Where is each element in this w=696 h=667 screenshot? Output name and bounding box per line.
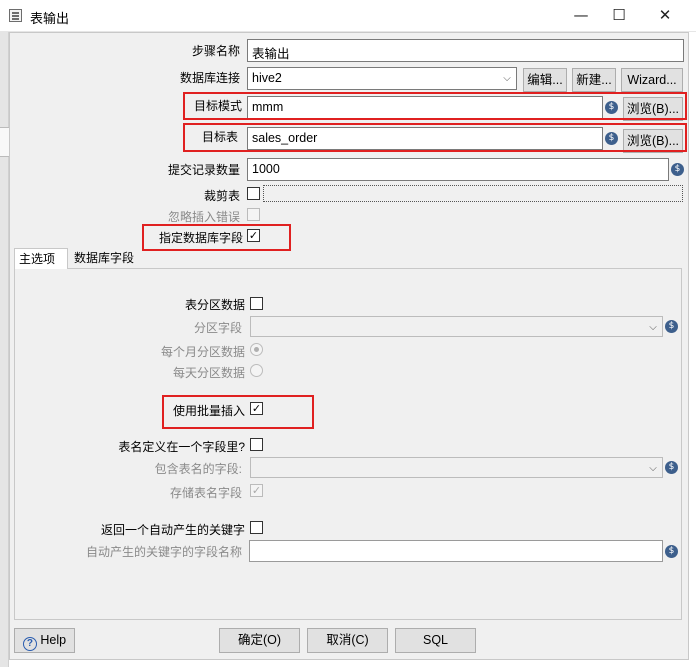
monthly-partition-radio[interactable]: [250, 343, 263, 356]
focus-indicator: [263, 185, 683, 202]
connection-value: hive2: [252, 71, 282, 85]
question-circle-icon: ?: [22, 637, 37, 651]
maximize-button[interactable]: ☐: [596, 0, 642, 32]
store-table-field-label: 存储表名字段: [169, 486, 242, 500]
connection-select[interactable]: hive2 ⌵: [247, 67, 517, 90]
chevron-down-icon[interactable]: ⌵: [646, 461, 660, 476]
partition-field-label: 分区字段: [193, 321, 242, 335]
step-name-input[interactable]: 表输出: [247, 39, 684, 62]
dollar-diamond-icon[interactable]: $: [605, 132, 618, 145]
help-button[interactable]: ? Help: [14, 628, 75, 653]
title-bar: 表输出 — ☐ ✕: [0, 0, 696, 32]
key-field-label: 自动产生的关键字的字段名称: [85, 545, 242, 559]
specify-fields-label: 指定数据库字段: [158, 231, 243, 245]
return-key-label: 返回一个自动产生的关键字: [100, 523, 245, 537]
help-label: Help: [40, 633, 67, 647]
daily-partition-radio[interactable]: [250, 364, 263, 377]
target-schema-input[interactable]: mmm: [247, 96, 603, 119]
background-window-edge: [0, 32, 9, 667]
daily-partition-label: 每天分区数据: [172, 366, 245, 380]
batch-insert-label: 使用批量插入: [172, 404, 245, 418]
chevron-down-icon[interactable]: ⌵: [646, 320, 660, 335]
browse-schema-button[interactable]: 浏览(B)...: [623, 97, 683, 121]
chevron-down-icon[interactable]: ⌵: [500, 71, 514, 86]
commit-size-label: 提交记录数量: [167, 163, 240, 177]
store-table-field-checkbox[interactable]: ✓: [250, 484, 263, 497]
table-name-field-label: 包含表名的字段:: [154, 462, 242, 476]
cancel-button[interactable]: 取消(C): [307, 628, 388, 653]
wizard-button[interactable]: Wizard...: [621, 68, 683, 92]
table-name-field-select[interactable]: ⌵: [250, 457, 663, 478]
ignore-errors-label: 忽略插入错误: [167, 210, 240, 224]
return-key-checkbox[interactable]: [250, 521, 263, 534]
monthly-partition-label: 每个月分区数据: [160, 345, 245, 359]
target-schema-label: 目标模式: [193, 99, 242, 113]
target-table-input[interactable]: sales_order: [247, 127, 603, 150]
close-button[interactable]: ✕: [642, 0, 688, 32]
ignore-errors-checkbox[interactable]: [247, 208, 260, 221]
commit-size-input[interactable]: 1000: [247, 158, 669, 181]
step-name-label: 步骤名称: [191, 44, 240, 58]
truncate-label: 裁剪表: [203, 189, 240, 203]
tab-database-fields[interactable]: 数据库字段: [70, 248, 140, 269]
dollar-diamond-icon[interactable]: $: [665, 461, 678, 474]
dollar-diamond-icon[interactable]: $: [665, 545, 678, 558]
key-field-input[interactable]: [249, 540, 663, 562]
ok-button[interactable]: 确定(O): [219, 628, 300, 653]
window-title: 表输出: [30, 11, 70, 26]
table-in-field-checkbox[interactable]: [250, 438, 263, 451]
partition-field-select[interactable]: ⌵: [250, 316, 663, 337]
batch-insert-checkbox[interactable]: ✓: [250, 402, 263, 415]
tab-main-options[interactable]: 主选项: [14, 248, 68, 269]
partition-checkbox[interactable]: [250, 297, 263, 310]
edit-connection-button[interactable]: 编辑...: [523, 68, 567, 92]
target-table-label: 目标表: [201, 130, 238, 144]
dollar-diamond-icon[interactable]: $: [665, 320, 678, 333]
table-in-field-label: 表名定义在一个字段里?: [118, 440, 245, 454]
truncate-checkbox[interactable]: [247, 187, 260, 200]
sql-button[interactable]: SQL: [395, 628, 476, 653]
partition-label: 表分区数据: [184, 298, 245, 312]
connection-label: 数据库连接: [179, 71, 240, 85]
dollar-diamond-icon[interactable]: $: [605, 101, 618, 114]
new-connection-button[interactable]: 新建...: [572, 68, 616, 92]
browse-table-button[interactable]: 浏览(B)...: [623, 129, 683, 153]
dollar-diamond-icon[interactable]: $: [671, 163, 684, 176]
specify-fields-checkbox[interactable]: ✓: [247, 229, 260, 242]
window-app-icon: [9, 9, 22, 22]
